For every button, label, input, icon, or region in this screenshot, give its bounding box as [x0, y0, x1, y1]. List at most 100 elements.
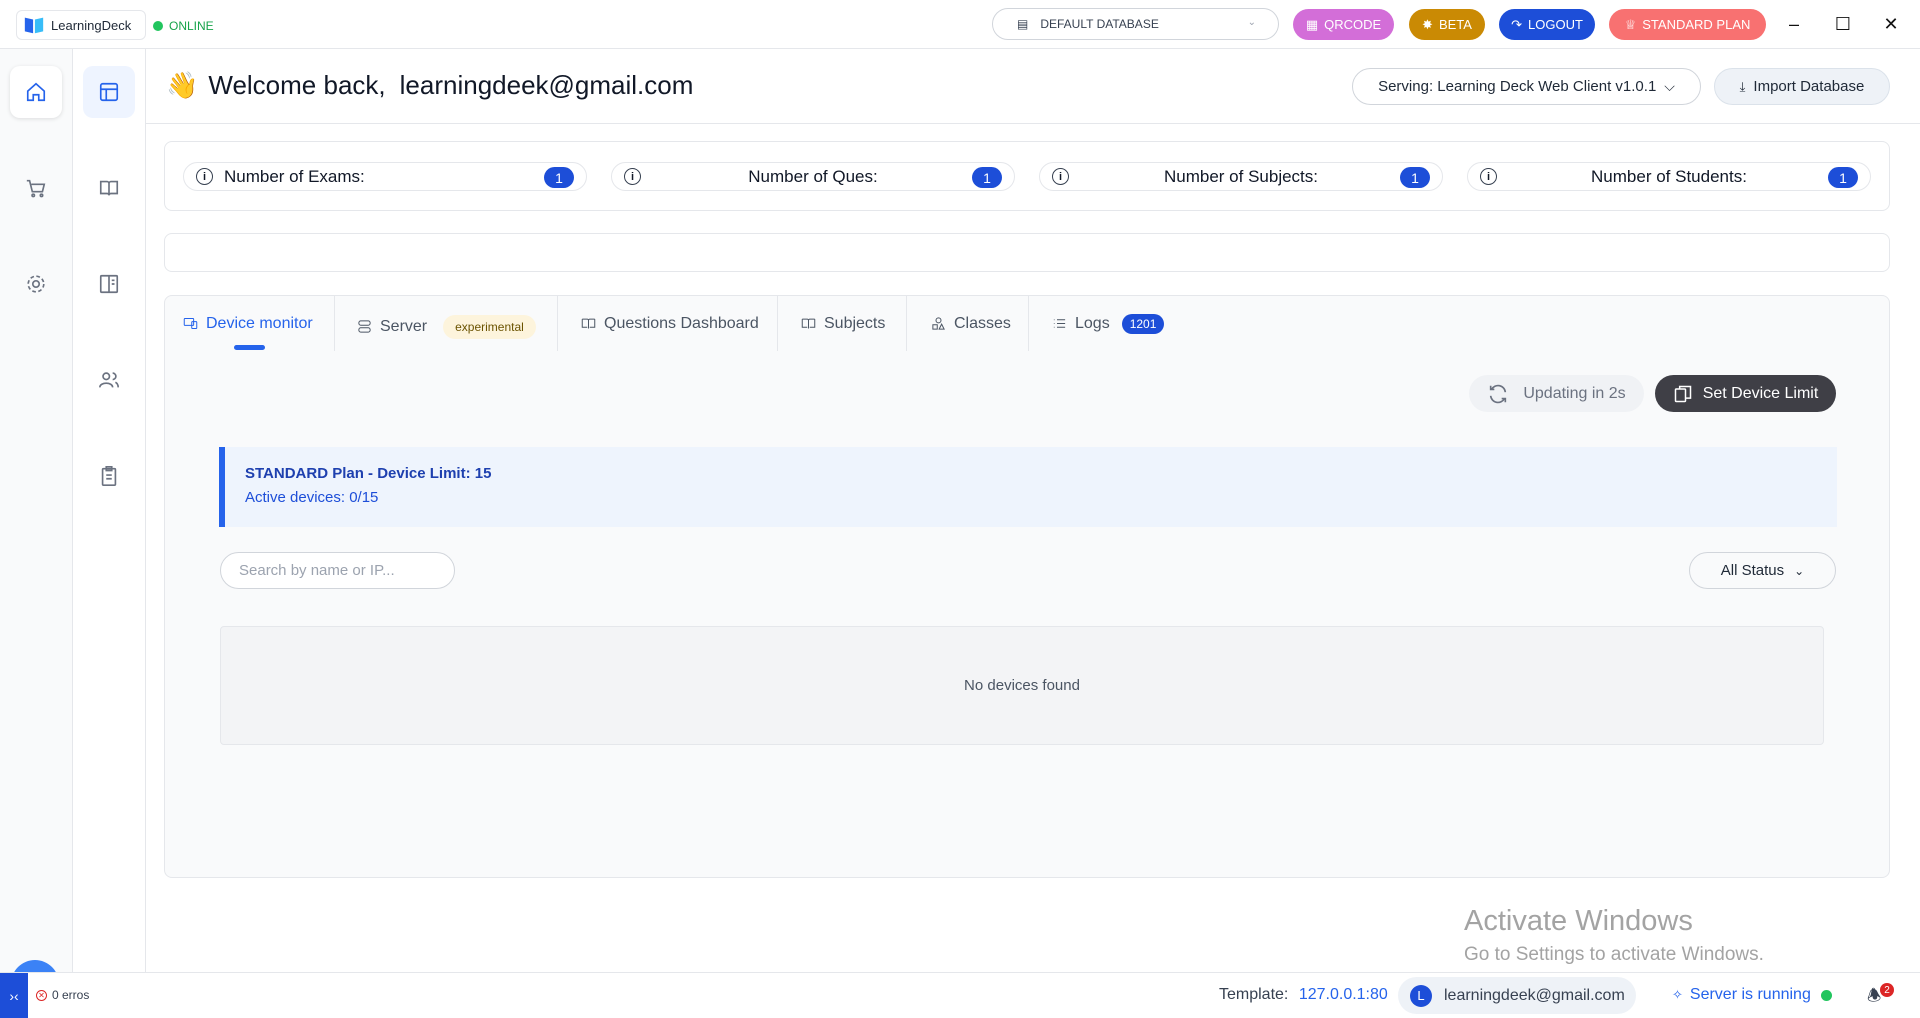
- tab-questions-dashboard[interactable]: Questions Dashboard: [581, 296, 759, 351]
- tab-divider: [777, 296, 778, 351]
- panel-icon[interactable]: [83, 258, 135, 310]
- windows-activation-watermark: Activate Windows Go to Settings to activ…: [1464, 905, 1764, 966]
- stat-label: Number of Subjects:: [1163, 166, 1318, 186]
- shapes-icon: [932, 317, 945, 330]
- chevron-down-icon: ⌄: [1247, 17, 1256, 28]
- waving-hand-icon: 👋: [166, 70, 199, 100]
- beta-button[interactable]: ✸ BETA: [1409, 9, 1485, 40]
- book-open-icon: [581, 318, 596, 329]
- maximize-icon[interactable]: ☐: [1828, 10, 1858, 38]
- devices-empty-state: No devices found: [220, 626, 1824, 745]
- plan-title: STANDARD Plan - Device Limit: 15: [245, 465, 492, 482]
- plan-button[interactable]: ♕ STANDARD PLAN: [1609, 9, 1766, 40]
- status-bar: ›‹ ✕ 0 erros Template: 127.0.0.1:80 L le…: [0, 972, 1920, 1018]
- import-database-button[interactable]: ⤓ Import Database: [1714, 68, 1890, 105]
- error-count[interactable]: ✕ 0 erros: [36, 988, 89, 1002]
- tab-label: Logs: [1075, 314, 1110, 332]
- remote-icon[interactable]: ›‹: [0, 973, 28, 1018]
- stat-questions: i Number of Ques: 1: [611, 162, 1015, 191]
- database-select-value: DEFAULT DATABASE: [1040, 17, 1159, 31]
- tab-subjects[interactable]: Subjects: [801, 296, 885, 351]
- server-icon: [358, 320, 371, 333]
- info-icon[interactable]: i: [1052, 168, 1069, 185]
- list-icon: [1053, 319, 1066, 328]
- stat-count: 1: [1400, 167, 1430, 188]
- qrcode-button[interactable]: ▦ QRCODE: [1293, 9, 1394, 40]
- user-chip[interactable]: L learningdeek@gmail.com: [1398, 977, 1636, 1014]
- device-search-input[interactable]: [220, 552, 455, 589]
- book-icon[interactable]: [83, 162, 135, 214]
- stat-students: i Number of Students: 1: [1467, 162, 1871, 191]
- info-icon[interactable]: i: [1480, 168, 1497, 185]
- dashboard-icon[interactable]: [83, 66, 135, 118]
- minimize-icon[interactable]: –: [1779, 10, 1809, 38]
- logout-button[interactable]: ↷ LOGOUT: [1499, 9, 1595, 40]
- notifications-button[interactable]: 🕭 2: [1867, 983, 1894, 1012]
- import-database-label: Import Database: [1753, 78, 1865, 95]
- status-filter-select[interactable]: All Status ⌄: [1689, 552, 1836, 589]
- database-select[interactable]: ▤ DEFAULT DATABASE ⌄: [992, 8, 1279, 40]
- database-icon: ▤: [1017, 17, 1029, 31]
- serving-select-label: Serving: Learning Deck Web Client v1.0.1: [1378, 78, 1657, 95]
- template-label: Template:: [1219, 986, 1289, 1003]
- book-logo-icon: [24, 17, 44, 34]
- notification-count-badge: 2: [1880, 983, 1894, 997]
- app-logo[interactable]: LearningDeck: [16, 10, 146, 40]
- title-bar: LearningDeck ONLINE ▤ DEFAULT DATABASE ⌄…: [0, 0, 1920, 49]
- qrcode-icon: ▦: [1305, 16, 1319, 32]
- device-monitor-panel: Device monitor Server experimental Quest…: [164, 295, 1890, 878]
- header-divider: [146, 123, 1920, 124]
- info-icon[interactable]: i: [196, 168, 213, 185]
- info-icon[interactable]: i: [624, 168, 641, 185]
- tab-divider: [557, 296, 558, 351]
- tab-label: Subjects: [824, 314, 886, 332]
- connection-status: ONLINE: [153, 19, 214, 33]
- close-icon[interactable]: ✕: [1876, 10, 1906, 38]
- active-devices: Active devices: 0/15: [245, 489, 379, 506]
- tab-logs[interactable]: Logs 1201: [1052, 296, 1165, 351]
- tab-server[interactable]: Server experimental: [357, 299, 536, 354]
- plan-button-label: STANDARD PLAN: [1642, 17, 1751, 32]
- gear-icon[interactable]: [10, 258, 62, 310]
- user-initial-avatar: L: [1410, 984, 1432, 1007]
- beta-button-label: BETA: [1438, 17, 1472, 32]
- tab-divider: [906, 296, 907, 351]
- users-icon[interactable]: [83, 354, 135, 406]
- cart-icon[interactable]: [10, 162, 62, 214]
- devices-icon: [1674, 385, 1691, 402]
- welcome-heading: 👋 Welcome back, learningdeek@gmail.com: [166, 70, 693, 101]
- connection-status-label: ONLINE: [169, 19, 214, 33]
- welcome-email: learningdeek@gmail.com: [399, 70, 694, 100]
- home-icon[interactable]: [10, 66, 62, 118]
- stat-count: 1: [544, 167, 574, 188]
- stat-label: Number of Students:: [1591, 166, 1747, 186]
- server-status[interactable]: ✧ Server is running: [1672, 986, 1832, 1004]
- template-ip-link[interactable]: 127.0.0.1:80: [1299, 986, 1388, 1003]
- set-device-limit-label: Set Device Limit: [1702, 384, 1819, 402]
- active-tab-indicator: [234, 345, 265, 350]
- user-chip-email: learningdeek@gmail.com: [1444, 986, 1625, 1004]
- stats-panel: i Number of Exams: 1 i Number of Ques: 1…: [164, 141, 1890, 211]
- set-device-limit-button[interactable]: Set Device Limit: [1655, 375, 1836, 412]
- crown-icon: ♕: [1624, 16, 1637, 32]
- error-count-label: 0 erros: [52, 988, 90, 1002]
- logout-button-label: LOGOUT: [1528, 17, 1583, 32]
- logs-count-badge: 1201: [1121, 313, 1165, 334]
- updating-label: Updating in 2s: [1523, 384, 1626, 402]
- clipboard-icon[interactable]: [83, 450, 135, 502]
- blank-panel: [164, 233, 1890, 272]
- tab-device-monitor[interactable]: Device monitor: [183, 296, 313, 351]
- stat-subjects: i Number of Subjects: 1: [1039, 162, 1443, 191]
- app-name: LearningDeck: [51, 17, 132, 33]
- book-open-icon: [801, 318, 816, 329]
- empty-message: No devices found: [964, 677, 1080, 694]
- tab-classes[interactable]: Classes: [931, 296, 1011, 351]
- error-icon: ✕: [36, 989, 47, 1001]
- import-icon: ⤓: [1739, 78, 1746, 94]
- serving-select[interactable]: Serving: Learning Deck Web Client v1.0.1…: [1352, 68, 1701, 105]
- server-running-dot-icon: [1820, 989, 1832, 1001]
- stat-count: 1: [1828, 167, 1858, 188]
- tab-label: Device monitor: [206, 314, 313, 332]
- template-info: Template: 127.0.0.1:80: [1219, 986, 1388, 1004]
- server-status-label: Server is running: [1689, 986, 1811, 1003]
